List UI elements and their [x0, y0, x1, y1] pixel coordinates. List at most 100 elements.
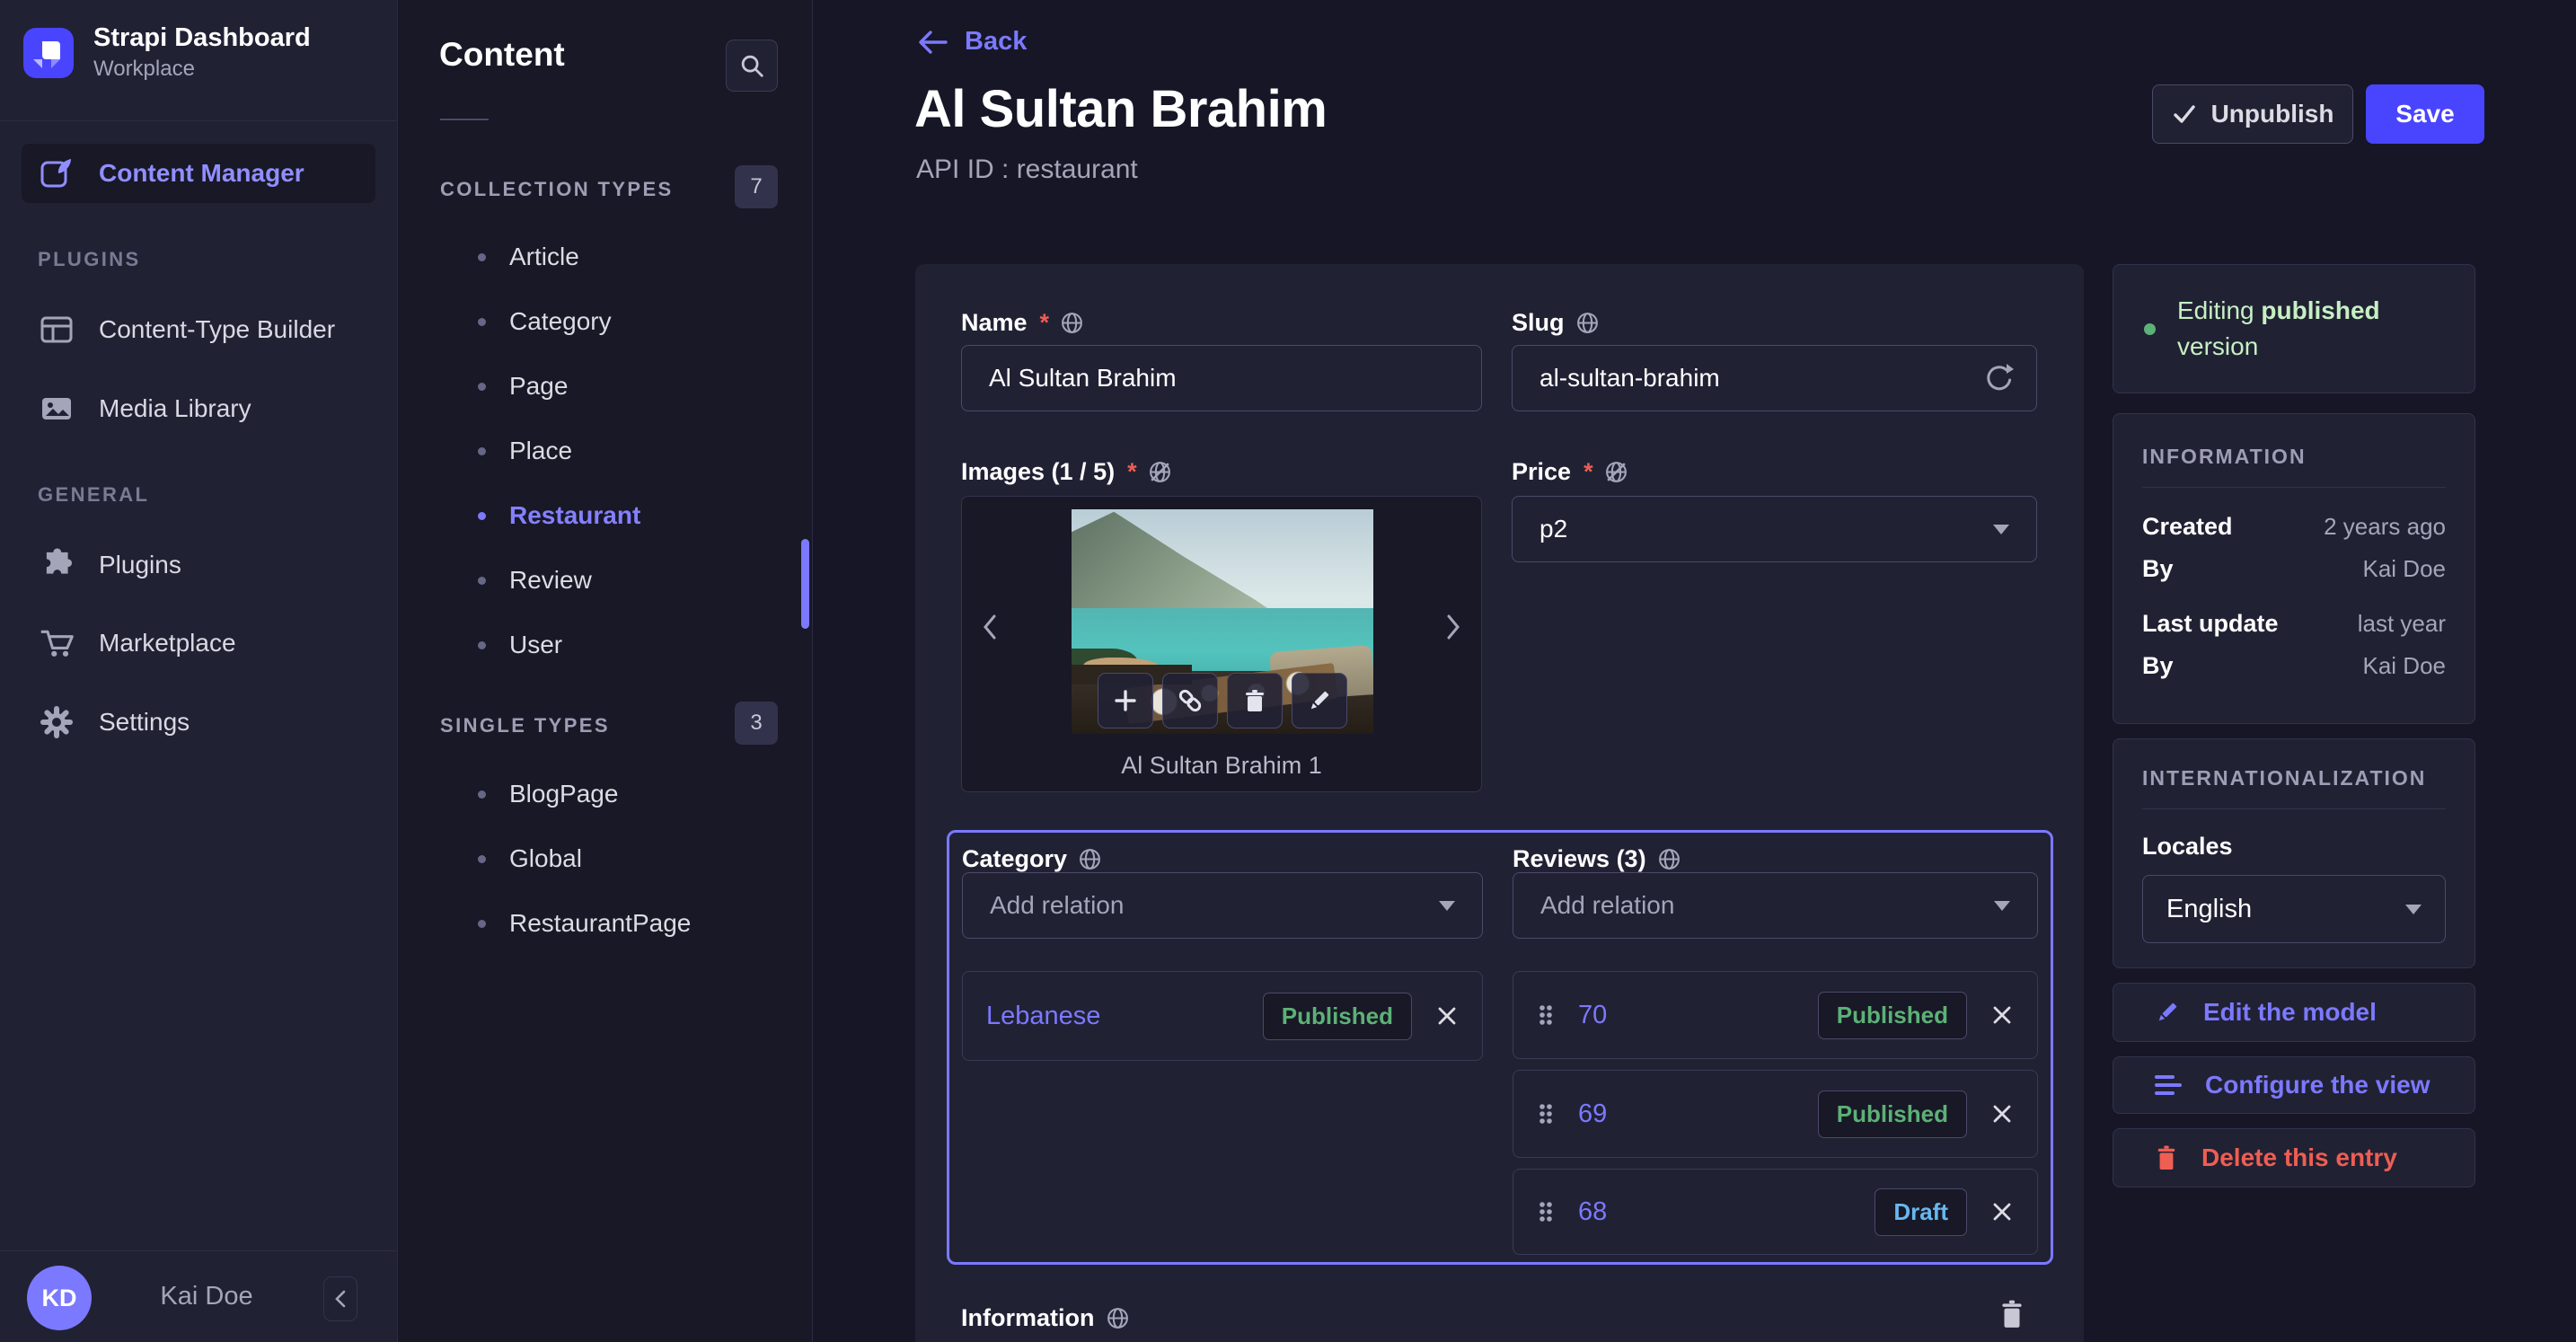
globe-icon: [1576, 313, 1598, 333]
edit-image-button[interactable]: [1292, 673, 1347, 728]
subnav-item-place[interactable]: Place: [399, 419, 812, 483]
relation-link[interactable]: 69: [1578, 1099, 1607, 1129]
remove-relation-button[interactable]: [1435, 1004, 1459, 1028]
content-type-builder-icon: [38, 312, 75, 348]
review-relation-row: 70 Published: [1513, 971, 2038, 1059]
published-dot-icon: [2144, 322, 2156, 335]
subnav-item-global[interactable]: Global: [399, 826, 812, 891]
image-caption: Al Sultan Brahim 1: [1121, 752, 1322, 779]
edit-model-button[interactable]: Edit the model: [2113, 983, 2475, 1042]
carousel-prev-button[interactable]: [978, 612, 1001, 642]
info-row-created-by: By Kai Doe: [2142, 555, 2446, 582]
nav-section-general: GENERAL: [38, 483, 150, 506]
strapi-logo-icon: [23, 27, 74, 78]
back-arrow-icon: [919, 30, 948, 54]
delete-component-button[interactable]: [1998, 1299, 2025, 1329]
link-icon: [1178, 689, 1202, 712]
sidebar-item-plugins[interactable]: Plugins: [22, 535, 375, 595]
name-input[interactable]: [961, 345, 1482, 411]
subnav-item-blogpage[interactable]: BlogPage: [399, 762, 812, 826]
remove-relation-button[interactable]: [1990, 1102, 2014, 1126]
delete-entry-button[interactable]: Delete this entry: [2113, 1128, 2475, 1187]
info-row-last-update: Last update last year: [2142, 610, 2446, 637]
subnav-item-review[interactable]: Review: [399, 548, 812, 613]
collection-types-list: Article Category Page Place Restaurant R…: [399, 225, 812, 677]
bullet-icon: [478, 382, 486, 391]
subnav-scrollbar-thumb[interactable]: [801, 539, 809, 629]
price-select[interactable]: p2: [1512, 496, 2037, 562]
trash-icon: [2157, 1145, 2175, 1170]
images-label: Images (1 / 5) *: [961, 458, 1172, 486]
bullet-icon: [478, 790, 486, 799]
add-image-button[interactable]: [1098, 673, 1153, 728]
reviews-add-relation-select[interactable]: Add relation: [1513, 872, 2038, 939]
sidebar-item-label: Settings: [99, 708, 190, 736]
editing-status-card: Editing published version: [2113, 264, 2475, 393]
locales-label: Locales: [2142, 833, 2233, 860]
regenerate-slug-button[interactable]: [1981, 361, 2016, 395]
puzzle-icon: [38, 547, 75, 583]
subnav-item-page[interactable]: Page: [399, 354, 812, 419]
sidebar-item-label: Plugins: [99, 551, 181, 578]
sidebar-item-settings[interactable]: Settings: [22, 693, 375, 752]
user-name: Kai Doe: [160, 1282, 253, 1311]
collapse-sidebar-button[interactable]: [323, 1276, 357, 1321]
drag-handle[interactable]: [1537, 1199, 1555, 1224]
panel-divider: [2142, 808, 2446, 809]
single-types-list: BlogPage Global RestaurantPage: [399, 762, 812, 956]
status-badge: Published: [1817, 1090, 1967, 1138]
list-settings-icon: [2155, 1075, 2182, 1095]
sidebar-item-content-manager[interactable]: Content Manager: [22, 144, 375, 203]
subnav-item-restaurantpage[interactable]: RestaurantPage: [399, 891, 812, 956]
subnav-item-user[interactable]: User: [399, 613, 812, 677]
relation-link[interactable]: Lebanese: [986, 1002, 1100, 1031]
trash-icon: [1246, 690, 1264, 711]
back-link[interactable]: Back: [916, 27, 1027, 57]
search-button[interactable]: [726, 40, 778, 92]
drag-handle[interactable]: [1537, 1002, 1555, 1028]
configure-view-button[interactable]: Configure the view: [2113, 1056, 2475, 1114]
copy-link-button[interactable]: [1162, 673, 1218, 728]
workspace-name: Workplace: [93, 57, 195, 82]
unpublish-button[interactable]: Unpublish: [2152, 84, 2353, 144]
category-add-relation-select[interactable]: Add relation: [962, 872, 1483, 939]
remove-relation-button[interactable]: [1990, 1003, 2014, 1027]
drag-handle[interactable]: [1537, 1101, 1555, 1126]
status-badge: Published: [1817, 991, 1967, 1039]
avatar[interactable]: KD: [27, 1266, 92, 1330]
carousel-next-button[interactable]: [1442, 612, 1465, 642]
category-label: Category: [962, 845, 1102, 873]
relation-link[interactable]: 68: [1578, 1197, 1607, 1227]
delete-image-button[interactable]: [1227, 673, 1283, 728]
search-icon: [741, 55, 763, 77]
info-row-created: Created 2 years ago: [2142, 513, 2446, 540]
sidebar-item-content-type-builder[interactable]: Content-Type Builder: [22, 300, 375, 359]
close-icon: [1993, 1006, 2011, 1024]
internationalization-header: INTERNATIONALIZATION: [2142, 766, 2427, 790]
sidebar-item-label: Marketplace: [99, 629, 236, 657]
page-title: Al Sultan Brahim: [914, 80, 1328, 138]
locale-select[interactable]: English: [2142, 875, 2446, 943]
api-id: API ID : restaurant: [916, 155, 1138, 184]
status-badge: Draft: [1875, 1187, 1967, 1236]
sidebar-item-label: Content-Type Builder: [99, 315, 336, 343]
chevron-down-icon: [1993, 524, 2009, 534]
globe-icon: [1062, 313, 1082, 333]
bullet-icon: [478, 576, 486, 585]
sidebar-item-label: Media Library: [99, 394, 251, 422]
refresh-icon: [1987, 364, 2014, 391]
save-button[interactable]: Save: [2366, 84, 2484, 144]
app-title: Strapi Dashboard: [93, 23, 311, 52]
subnav-item-category[interactable]: Category: [399, 289, 812, 354]
relation-link[interactable]: 70: [1578, 1001, 1607, 1030]
remove-relation-button[interactable]: [1990, 1200, 2014, 1223]
collection-types-count: 7: [735, 165, 778, 208]
subnav-item-article[interactable]: Article: [399, 225, 812, 289]
sidebar-item-media-library[interactable]: Media Library: [22, 379, 375, 438]
sidebar-item-marketplace[interactable]: Marketplace: [22, 614, 375, 673]
subnav-item-restaurant[interactable]: Restaurant: [399, 483, 812, 548]
information-panel: INFORMATION Created 2 years ago By Kai Doe…: [2113, 413, 2475, 724]
bullet-icon: [478, 640, 486, 649]
brand[interactable]: Strapi Dashboard Workplace: [23, 23, 311, 82]
slug-input[interactable]: [1512, 345, 2037, 411]
